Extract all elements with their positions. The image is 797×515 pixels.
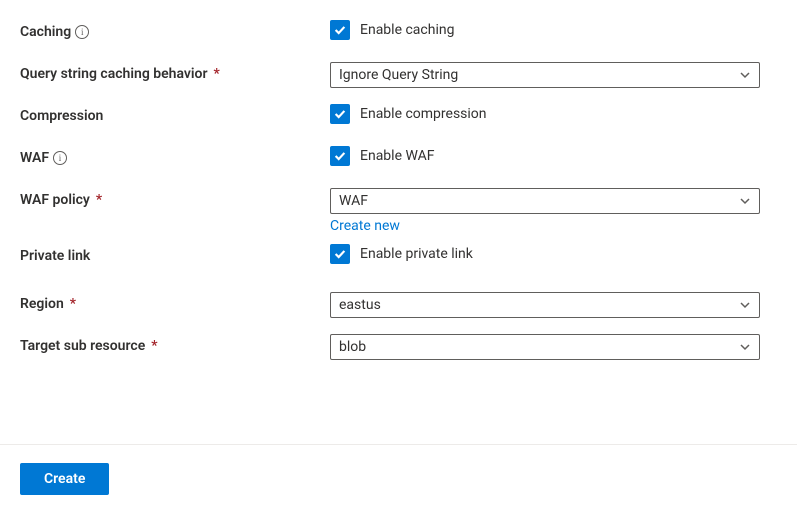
checkbox-icon <box>330 20 350 40</box>
label-query-string: Query string caching behavior * <box>20 62 330 82</box>
label-private-link: Private link <box>20 244 330 264</box>
select-target-sub-resource[interactable]: blob <box>330 334 760 360</box>
row-private-link: Private link Enable private link <box>20 244 777 276</box>
row-caching: Caching i Enable caching <box>20 20 777 52</box>
row-compression: Compression Enable compression <box>20 104 777 136</box>
label-waf-text: WAF <box>20 150 49 166</box>
label-waf-policy: WAF policy * <box>20 188 330 208</box>
label-caching: Caching i <box>20 20 330 40</box>
info-icon[interactable]: i <box>53 151 67 165</box>
select-target-sub-resource-value: blob <box>339 339 366 355</box>
label-waf: WAF i <box>20 146 330 166</box>
label-region: Region * <box>20 292 330 312</box>
checkbox-icon <box>330 146 350 166</box>
checkbox-enable-compression[interactable]: Enable compression <box>330 104 487 124</box>
checkbox-label-compression: Enable compression <box>360 106 487 122</box>
link-create-new-waf-policy[interactable]: Create new <box>330 218 400 234</box>
chevron-down-icon <box>739 195 751 207</box>
row-query-string: Query string caching behavior * Ignore Q… <box>20 62 777 94</box>
required-asterisk: * <box>214 66 220 82</box>
required-asterisk: * <box>151 338 157 354</box>
label-region-text: Region <box>20 296 64 312</box>
select-region-value: eastus <box>339 297 381 313</box>
checkbox-label-waf: Enable WAF <box>360 148 434 164</box>
label-compression: Compression <box>20 104 330 124</box>
label-waf-policy-text: WAF policy <box>20 192 90 208</box>
row-region: Region * eastus <box>20 292 777 324</box>
create-button[interactable]: Create <box>20 463 109 495</box>
info-icon[interactable]: i <box>75 25 89 39</box>
checkbox-enable-caching[interactable]: Enable caching <box>330 20 454 40</box>
label-target-sub-resource-text: Target sub resource <box>20 338 145 354</box>
row-waf-policy: WAF policy * WAF Create new <box>20 188 777 234</box>
checkbox-label-private-link: Enable private link <box>360 246 473 262</box>
select-waf-policy-value: WAF <box>339 193 368 209</box>
checkbox-icon <box>330 244 350 264</box>
chevron-down-icon <box>739 299 751 311</box>
row-target-sub-resource: Target sub resource * blob <box>20 334 777 366</box>
select-query-string[interactable]: Ignore Query String <box>330 62 760 88</box>
chevron-down-icon <box>739 341 751 353</box>
label-query-string-text: Query string caching behavior <box>20 66 208 82</box>
select-region[interactable]: eastus <box>330 292 760 318</box>
row-waf: WAF i Enable WAF <box>20 146 777 178</box>
checkbox-label-caching: Enable caching <box>360 22 454 38</box>
footer-divider <box>0 444 797 445</box>
select-query-string-value: Ignore Query String <box>339 67 458 83</box>
configuration-form: Caching i Enable caching Query string ca… <box>20 20 777 366</box>
label-caching-text: Caching <box>20 24 71 40</box>
required-asterisk: * <box>70 296 76 312</box>
required-asterisk: * <box>96 192 102 208</box>
select-waf-policy[interactable]: WAF <box>330 188 760 214</box>
label-compression-text: Compression <box>20 108 103 124</box>
checkbox-enable-private-link[interactable]: Enable private link <box>330 244 473 264</box>
chevron-down-icon <box>739 69 751 81</box>
checkbox-enable-waf[interactable]: Enable WAF <box>330 146 434 166</box>
label-target-sub-resource: Target sub resource * <box>20 334 330 354</box>
footer: Create <box>20 463 109 495</box>
checkbox-icon <box>330 104 350 124</box>
label-private-link-text: Private link <box>20 248 90 264</box>
